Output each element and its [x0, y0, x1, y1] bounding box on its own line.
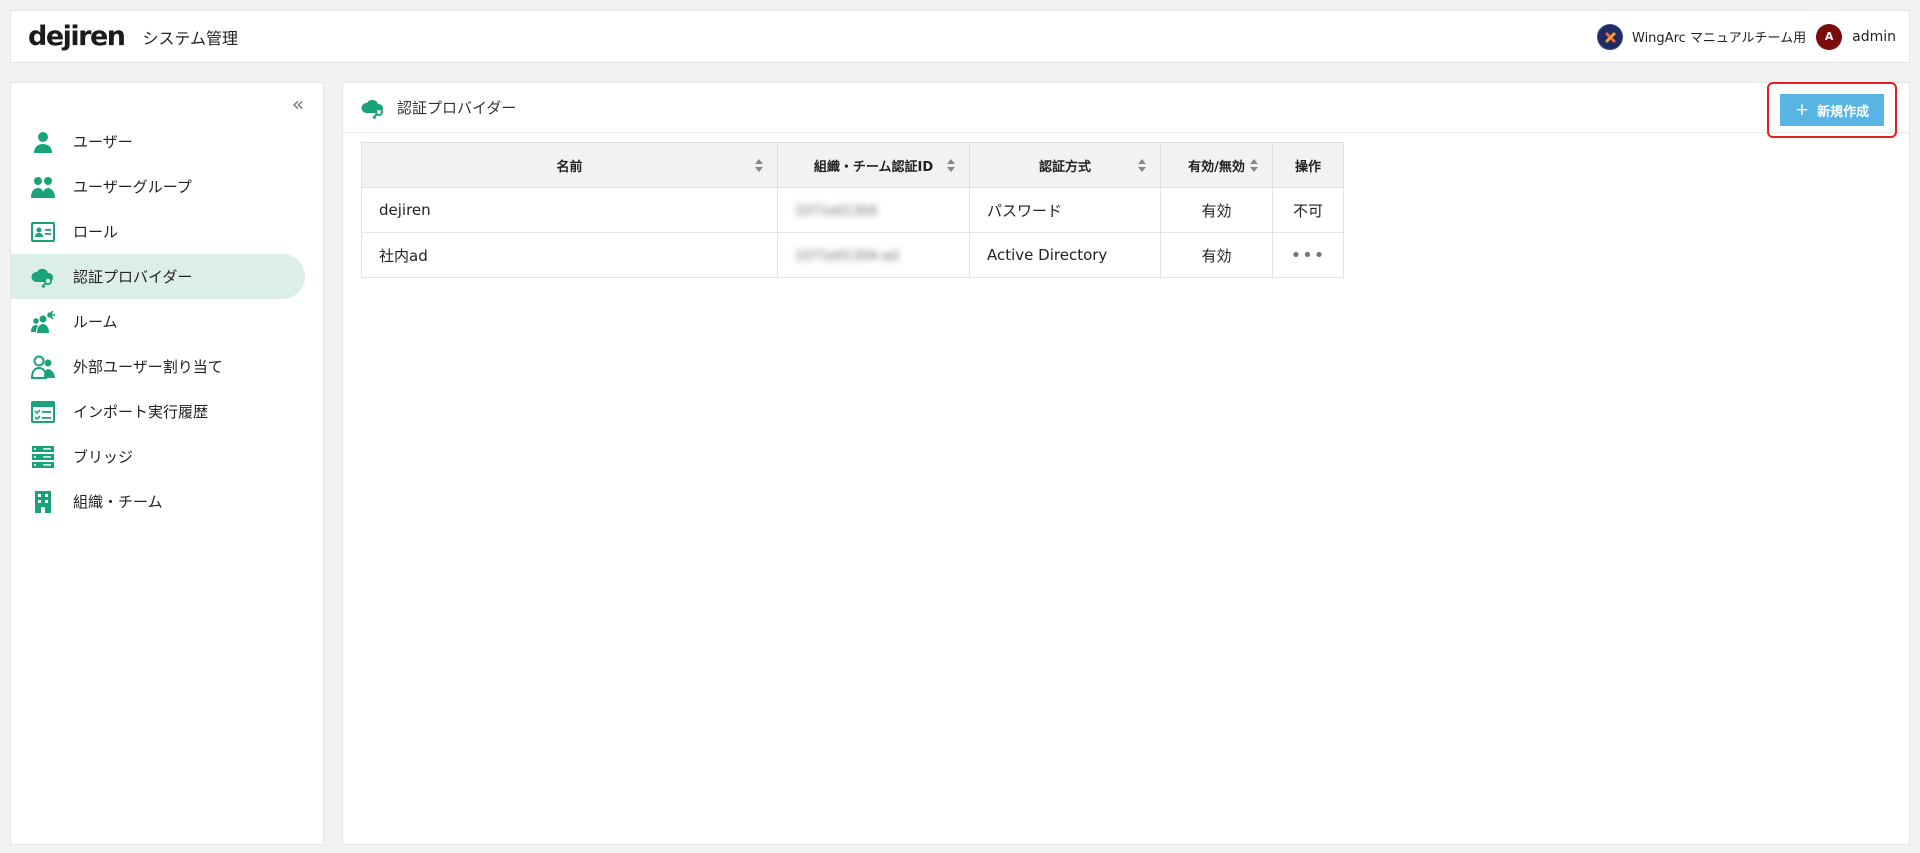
room-icon	[31, 309, 55, 334]
sidebar-item-user-groups[interactable]: ユーザーグループ	[11, 164, 305, 209]
cloud-key-icon	[361, 96, 387, 120]
id-card-icon	[31, 220, 55, 244]
cell-auth-id: 1071e01304	[777, 187, 970, 233]
plus-icon: +	[1794, 100, 1810, 120]
cell-auth-id: 1071e01304-ad	[777, 232, 970, 278]
sort-icon[interactable]	[1138, 159, 1146, 173]
column-header-auth-id[interactable]: 組織・チーム認証ID	[777, 142, 970, 188]
cell-auth-method: パスワード	[969, 187, 1161, 233]
cell-auth-method: Active Directory	[969, 232, 1161, 278]
user-icon	[31, 130, 55, 154]
sidebar-item-label: ユーザーグループ	[73, 178, 192, 196]
user-group-icon	[31, 175, 55, 199]
sidebar-item-org-team[interactable]: 組織・チーム	[11, 479, 305, 524]
column-header-operation: 操作	[1272, 142, 1344, 188]
sidebar-nav: ユーザー ユーザーグループ ロール 認証プロバイダー ルーム 外部ユーザー割り当…	[11, 119, 323, 524]
sidebar-item-label: ルーム	[73, 313, 118, 331]
page-title: 認証プロバイダー	[397, 99, 517, 117]
sidebar-item-bridge[interactable]: ブリッジ	[11, 434, 305, 479]
collapse-sidebar-icon[interactable]: «	[287, 93, 309, 115]
column-header-name[interactable]: 名前	[361, 142, 778, 188]
app-title: システム管理	[142, 28, 239, 48]
auth-provider-table: 名前 組織・チーム認証ID 認証方式 有効/無効 操作 dejiren 1071…	[361, 142, 1344, 278]
cell-name: 社内ad	[361, 232, 778, 278]
import-history-icon	[31, 400, 55, 424]
sidebar-item-external-user-assignment[interactable]: 外部ユーザー割り当て	[11, 344, 305, 389]
table-row[interactable]: dejiren 1071e01304 パスワード 有効 不可	[361, 187, 1344, 233]
sidebar-item-label: 認証プロバイダー	[73, 268, 193, 286]
sidebar-item-auth-providers[interactable]: 認証プロバイダー	[11, 254, 305, 299]
cloud-key-icon	[31, 265, 55, 289]
page-header: 認証プロバイダー	[343, 83, 1909, 133]
cell-operation: •••	[1272, 232, 1344, 278]
org-name[interactable]: WingArc マニュアルチーム用	[1632, 27, 1806, 46]
sidebar-item-label: ユーザー	[73, 133, 133, 151]
cell-status: 有効	[1160, 232, 1273, 278]
sidebar-item-rooms[interactable]: ルーム	[11, 299, 305, 344]
table-row[interactable]: 社内ad 1071e01304-ad Active Directory 有効 •…	[361, 232, 1344, 278]
column-header-auth-method[interactable]: 認証方式	[969, 142, 1161, 188]
create-new-label: 新規作成	[1817, 104, 1870, 120]
sidebar-item-label: 外部ユーザー割り当て	[73, 358, 223, 376]
sidebar-item-import-history[interactable]: インポート実行履歴	[11, 389, 305, 434]
sidebar-item-label: インポート実行履歴	[73, 403, 209, 421]
sidebar-item-roles[interactable]: ロール	[11, 209, 305, 254]
create-new-button[interactable]: + 新規作成	[1780, 94, 1884, 126]
building-icon	[31, 490, 55, 514]
avatar[interactable]: A	[1816, 23, 1843, 50]
table-header-row: 名前 組織・チーム認証ID 認証方式 有効/無効 操作	[361, 142, 1344, 188]
sidebar-item-label: ブリッジ	[73, 448, 134, 466]
main-content: 認証プロバイダー + 新規作成 名前 組織・チーム認証ID 認証方式 有効/無効…	[342, 82, 1910, 845]
sidebar-item-label: 組織・チーム	[73, 493, 163, 511]
sort-icon[interactable]	[1250, 159, 1258, 173]
cell-status: 有効	[1160, 187, 1273, 233]
more-actions-icon[interactable]: •••	[1291, 245, 1326, 266]
new-button-highlight: + 新規作成	[1767, 82, 1897, 138]
dejiren-logo[interactable]: dejiren	[28, 21, 126, 52]
sidebar-item-label: ロール	[73, 223, 119, 241]
column-header-status[interactable]: 有効/無効	[1160, 142, 1273, 188]
org-logo-icon	[1597, 23, 1623, 50]
username[interactable]: admin	[1852, 29, 1896, 45]
cell-operation: 不可	[1272, 187, 1344, 233]
sidebar-item-users[interactable]: ユーザー	[11, 119, 305, 164]
header-account: WingArc マニュアルチーム用 A admin	[1597, 23, 1896, 50]
sidebar: « ユーザー ユーザーグループ ロール 認証プロバイダー ルーム 外部ユーザー割…	[10, 82, 324, 845]
cell-name: dejiren	[361, 187, 778, 233]
sort-icon[interactable]	[755, 159, 763, 173]
sort-icon[interactable]	[947, 159, 955, 173]
server-icon	[31, 445, 55, 469]
external-user-icon	[31, 355, 55, 379]
top-header: dejiren システム管理 WingArc マニュアルチーム用 A admin	[10, 10, 1910, 63]
